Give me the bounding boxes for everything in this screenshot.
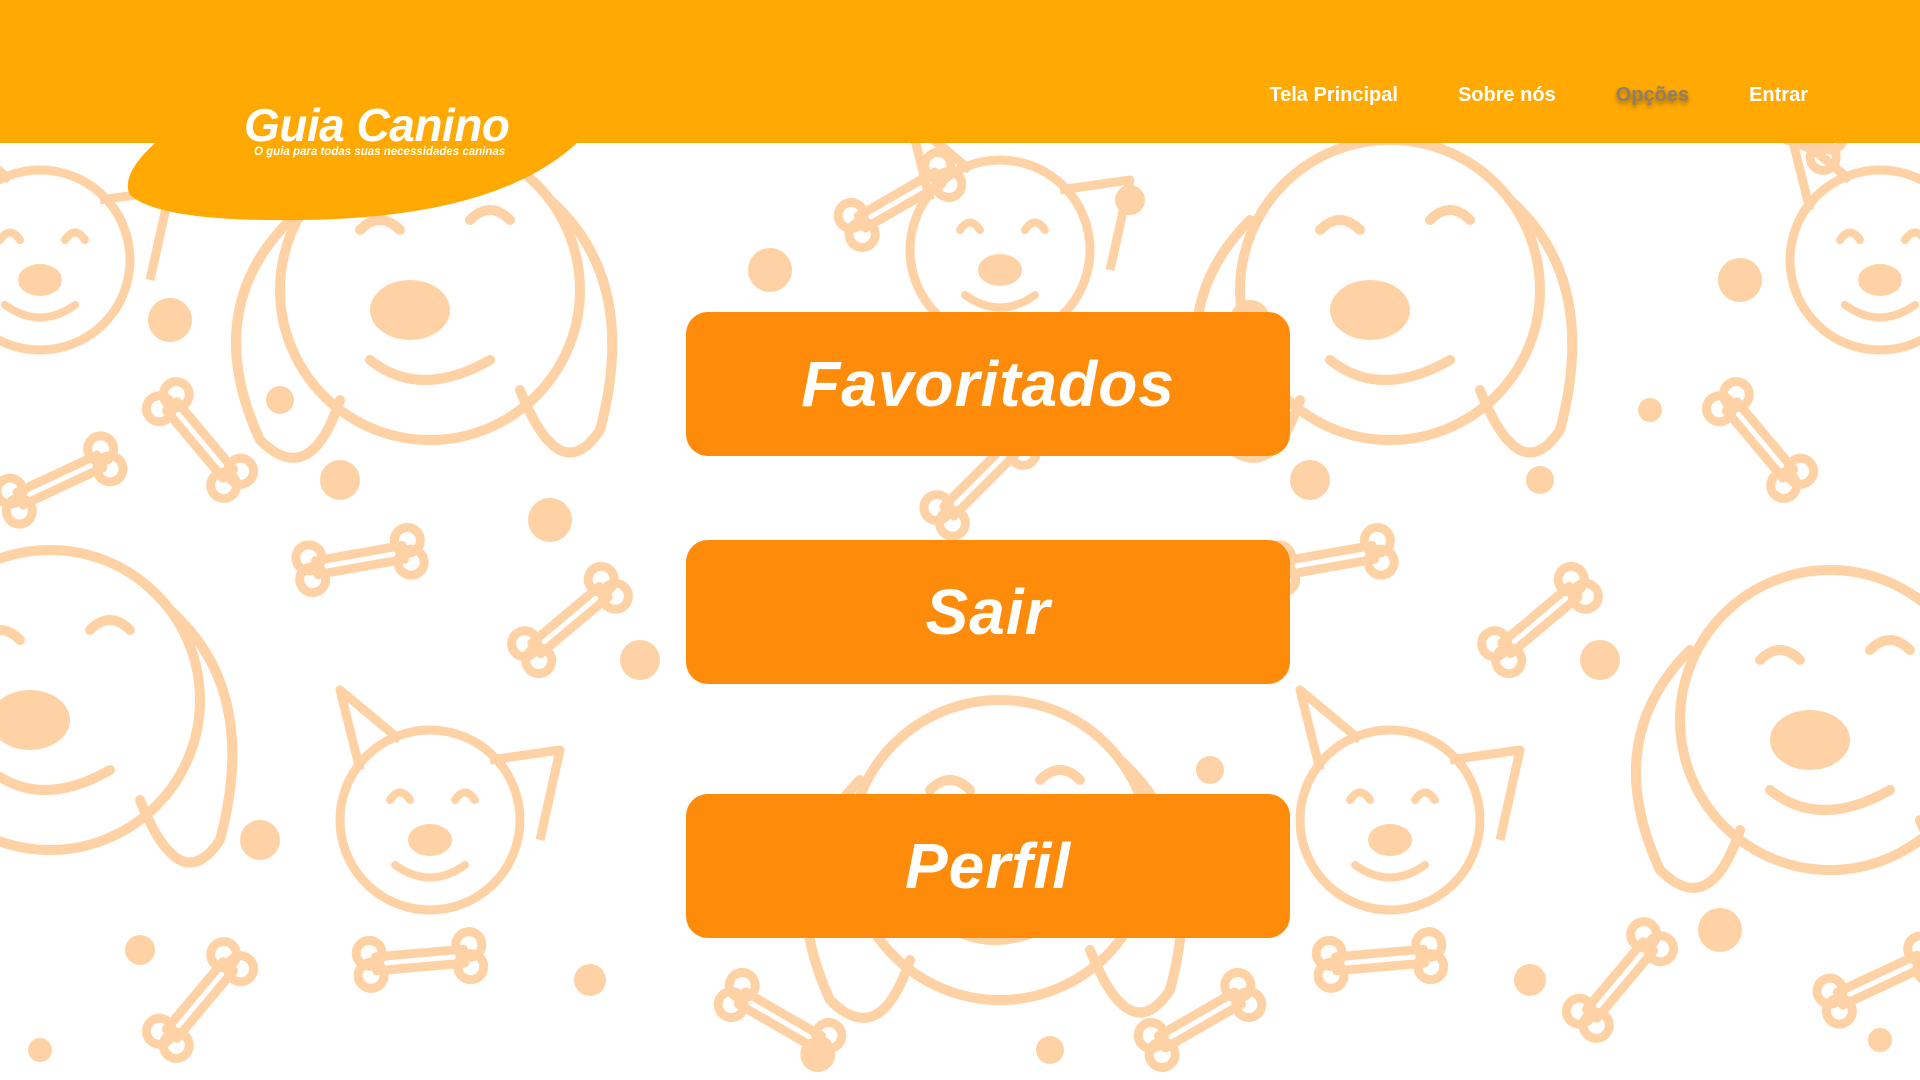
brand-tagline: O guia para todas suas necessidades cani… <box>254 146 506 158</box>
nav-entrar[interactable]: Entrar <box>1749 84 1808 107</box>
nav-opcoes[interactable]: Opções <box>1616 84 1689 107</box>
brand-title: Guia Canino <box>244 99 510 151</box>
brand-logo[interactable]: Guia Canino O guia para todas suas neces… <box>244 99 510 158</box>
favorites-button[interactable]: Favoritados <box>686 312 1290 456</box>
logout-button[interactable]: Sair <box>686 540 1290 684</box>
profile-button[interactable]: Perfil <box>686 794 1290 938</box>
main-nav: Tela Principal Sobre nós Opções Entrar <box>1269 84 1808 107</box>
nav-sobre-nos[interactable]: Sobre nós <box>1458 84 1556 107</box>
nav-tela-principal[interactable]: Tela Principal <box>1269 84 1398 107</box>
